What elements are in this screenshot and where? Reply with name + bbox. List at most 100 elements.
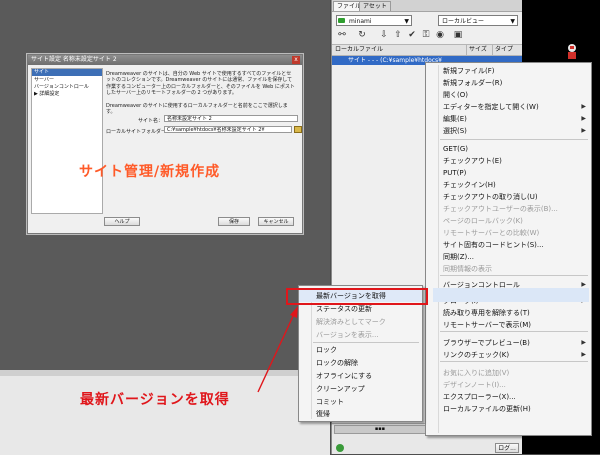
submenu-item-label: ステータスの更新: [316, 305, 372, 313]
site-name-label: サイト名：: [138, 118, 164, 124]
menu-item-label: GET(G): [443, 145, 469, 153]
menu-item[interactable]: チェックアウト(E): [426, 155, 591, 167]
category-server[interactable]: サーバー: [34, 77, 54, 84]
category-version-control[interactable]: バージョンコントロール: [34, 84, 89, 91]
column-type[interactable]: タイプ: [492, 45, 513, 55]
help-button[interactable]: ヘルプ: [104, 217, 140, 226]
expand-icon[interactable]: ▣: [452, 29, 464, 41]
dialog-description: Dreamweaver のサイトは、自分の Web サイトで使用するすべてのファ…: [106, 71, 295, 96]
menu-item[interactable]: ブラウザーでプレビュー(B) ▶: [426, 337, 591, 349]
close-icon[interactable]: x: [292, 56, 300, 64]
tab-assets[interactable]: アセット: [359, 1, 391, 11]
submenu-item: 解決済みとしてマーク: [299, 316, 422, 328]
column-local-files[interactable]: ローカルファイル: [335, 45, 383, 55]
menu-item: リモートサーバーとの比較(W): [426, 227, 591, 239]
local-folder-label: ローカルサイトフォルダー：: [106, 129, 172, 135]
version-control-submenu: 最新バージョンを取得 ステータスの更新 解決済みとしてマーク バージョンを表示... ロ…: [298, 285, 423, 422]
menu-item: 同期情報の表示: [426, 263, 591, 275]
cancel-button[interactable]: キャンセル: [258, 217, 294, 226]
view-select-value: ローカルビュー: [442, 18, 485, 25]
menu-item[interactable]: チェックイン(H): [426, 179, 591, 191]
menu-item[interactable]: エクスプローラー(X)...: [426, 391, 591, 403]
save-button[interactable]: 保存: [218, 217, 250, 226]
get-icon[interactable]: ⇩: [378, 29, 390, 41]
menu-item[interactable]: サイト固有のコードヒント(S)...: [426, 239, 591, 251]
view-select[interactable]: ローカルビュー ▼: [438, 15, 518, 26]
submenu-item[interactable]: 復帰: [299, 408, 422, 420]
checkin-icon[interactable]: ⚿: [420, 29, 432, 41]
menu-item[interactable]: エディターを指定して開く(W) ▶: [426, 101, 591, 113]
connect-icon[interactable]: ⚯: [336, 29, 348, 41]
menu-item[interactable]: 開く(O): [426, 89, 591, 101]
menu-item-label: ページのロールバック(K): [443, 217, 523, 225]
menu-item[interactable]: リンクのチェック(K) ▶: [426, 349, 591, 361]
chevron-right-icon: ▶: [581, 127, 586, 134]
submenu-item-label: バージョンを表示...: [316, 331, 379, 339]
sync-icon[interactable]: ◉: [434, 29, 446, 41]
menu-item-label: PUT(P): [443, 169, 467, 177]
submenu-item[interactable]: ロックの解除: [299, 357, 422, 369]
checkout-icon[interactable]: ✔: [406, 29, 418, 41]
file-list-header: ローカルファイル サイズ タイプ: [332, 44, 522, 56]
chevron-right-icon: ▶: [581, 103, 586, 110]
menu-item[interactable]: 同期(Z)...: [426, 251, 591, 263]
dialog-instruction: Dreamweaver のサイトに使用するローカルフォルダーと名前をここで選択し…: [106, 103, 288, 115]
log-button[interactable]: ログ...: [495, 443, 519, 453]
menu-item-label: チェックアウトの取り消し(U): [443, 193, 538, 201]
menu-item[interactable]: GET(G): [426, 143, 591, 155]
category-advanced[interactable]: ▶ 詳細設定: [34, 91, 59, 98]
menu-item[interactable]: 新規フォルダー(R): [426, 77, 591, 89]
menu-item-label: 選択(S): [443, 127, 467, 135]
menu-item[interactable]: チェックアウトの取り消し(U): [426, 191, 591, 203]
menu-item-label: 読み取り専用を解除する(T): [443, 309, 530, 317]
panel-tabs: ファイル アセット: [332, 0, 522, 12]
menu-item[interactable]: 編集(E) ▶: [426, 113, 591, 125]
menu-item-label: リモートサーバーで表示(M): [443, 321, 532, 329]
site-select-value: minami: [349, 18, 372, 25]
submenu-item[interactable]: オフラインにする: [299, 370, 422, 382]
submenu-item-label: クリーンアップ: [316, 385, 365, 393]
submenu-item-label: ロック: [316, 346, 337, 354]
chevron-down-icon: ▼: [510, 18, 515, 25]
put-icon[interactable]: ⇧: [392, 29, 404, 41]
menu-separator: [440, 139, 588, 140]
menu-item[interactable]: 新規ファイル(F): [426, 65, 591, 77]
menu-item[interactable]: 選択(S) ▶: [426, 125, 591, 137]
menu-item-label: チェックイン(H): [443, 181, 496, 189]
menu-item[interactable]: リモートサーバーで表示(M): [426, 319, 591, 331]
app-shortcut-icon[interactable]: [563, 42, 581, 60]
category-site[interactable]: サイト: [32, 69, 102, 76]
submenu-item[interactable]: コミット: [299, 396, 422, 408]
folder-icon[interactable]: [294, 126, 302, 133]
menu-item-label: チェックアウト(E): [443, 157, 502, 165]
site-select[interactable]: minami ▼: [336, 15, 412, 26]
local-folder-input[interactable]: C:¥sample¥htdocs¥名称未設定サイト 2¥: [164, 126, 292, 133]
column-size[interactable]: サイズ: [466, 45, 487, 55]
submenu-item[interactable]: ロック: [299, 344, 422, 356]
scroll-thumb[interactable]: ▪▪▪: [334, 425, 426, 434]
status-icon: [336, 444, 344, 452]
submenu-item-label: 復帰: [316, 410, 330, 418]
menu-item: ページのロールバック(K): [426, 215, 591, 227]
menu-item[interactable]: PUT(P): [426, 167, 591, 179]
chevron-right-icon: ▶: [581, 115, 586, 122]
menu-item: お気に入りに追加(V): [426, 367, 591, 379]
menu-item[interactable]: ローカルファイルの更新(H): [426, 403, 591, 415]
menu-item-label: ブラウザーでプレビュー(B): [443, 339, 530, 347]
menu-item-label: 編集(E): [443, 115, 467, 123]
dialog-category-list: サイト サーバー バージョンコントロール ▶ 詳細設定: [31, 68, 103, 214]
menu-item[interactable]: 読み取り専用を解除する(T): [426, 307, 591, 319]
menu-item-label: チェックアウトユーザーの表示(B)...: [443, 205, 558, 213]
menu-item-label: リンクのチェック(K): [443, 351, 510, 359]
submenu-item-label: コミット: [316, 398, 344, 406]
menu-item-label: お気に入りに追加(V): [443, 369, 510, 377]
chevron-right-icon: ▶: [581, 339, 586, 346]
refresh-icon[interactable]: ↻: [356, 29, 368, 41]
menu-item-label: ローカルファイルの更新(H): [443, 405, 531, 413]
site-setup-dialog: サイト設定 名称未設定サイト 2 x サイト サーバー バージョンコントロール …: [27, 54, 303, 234]
site-icon: [338, 18, 345, 23]
site-name-input[interactable]: 名称未設定サイト 2: [164, 115, 298, 122]
menu-item-label: エディターを指定して開く(W): [443, 103, 539, 111]
menu-item-label: 新規ファイル(F): [443, 67, 495, 75]
submenu-item[interactable]: クリーンアップ: [299, 383, 422, 395]
